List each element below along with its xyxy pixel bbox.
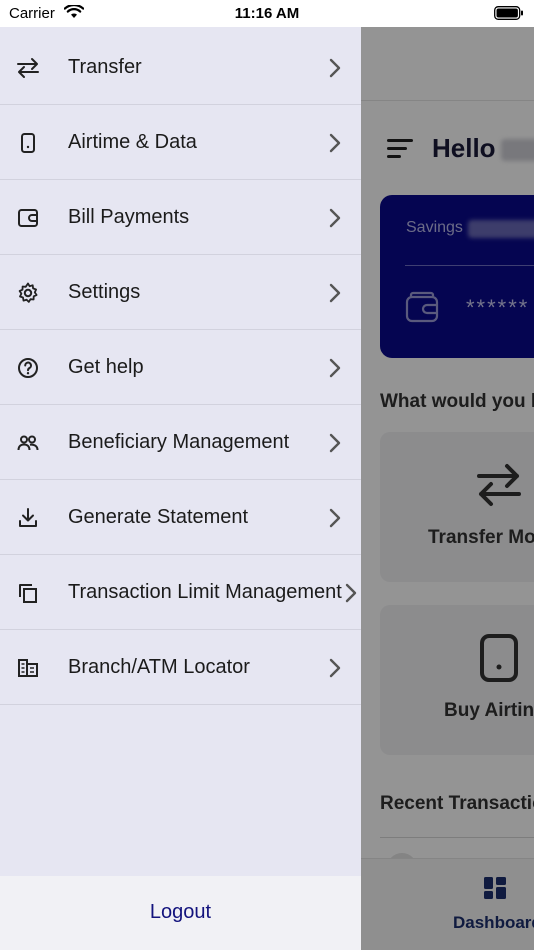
- download-icon: [16, 506, 40, 530]
- menu-item-settings[interactable]: Settings: [0, 255, 361, 330]
- menu-item-label: Airtime & Data: [68, 131, 197, 153]
- logout-button[interactable]: Logout: [0, 901, 361, 924]
- menu-item-beneficiary-management[interactable]: Beneficiary Management: [0, 405, 361, 480]
- help-circle-icon: [16, 356, 40, 380]
- people-icon: [16, 431, 40, 455]
- gear-icon: [16, 281, 40, 305]
- menu-item-generate-statement[interactable]: Generate Statement: [0, 480, 361, 555]
- menu-item-label: Transaction Limit Management: [68, 581, 342, 603]
- drawer-dim-overlay[interactable]: [361, 27, 534, 950]
- chevron-right-icon: [327, 507, 343, 529]
- menu-item-label: Get help: [68, 356, 144, 378]
- chevron-right-icon: [343, 582, 359, 604]
- chevron-right-icon: [327, 657, 343, 679]
- clock: 11:16 AM: [234, 5, 300, 22]
- wallet-icon: [16, 206, 40, 230]
- transfer-arrows-icon: [16, 56, 40, 80]
- chevron-right-icon: [327, 432, 343, 454]
- menu-item-transfer[interactable]: Transfer: [0, 30, 361, 105]
- menu-item-get-help[interactable]: Get help: [0, 330, 361, 405]
- logout-footer: Logout: [0, 876, 361, 950]
- menu-item-bill-payments[interactable]: Bill Payments: [0, 180, 361, 255]
- menu-item-label: Transfer: [68, 56, 142, 78]
- battery-icon: [494, 6, 524, 25]
- chevron-right-icon: [327, 207, 343, 229]
- menu-item-transaction-limit-management[interactable]: Transaction Limit Management: [0, 555, 361, 630]
- side-drawer: Transfer Airtime & Data Bill Payments Se…: [0, 27, 361, 950]
- menu-item-branch-atm-locator[interactable]: Branch/ATM Locator: [0, 630, 361, 705]
- menu-item-label: Branch/ATM Locator: [68, 656, 250, 678]
- copy-icon: [16, 581, 40, 605]
- phone-icon: [16, 131, 40, 155]
- menu-item-label: Generate Statement: [68, 506, 249, 528]
- building-icon: [16, 656, 40, 680]
- menu-item-airtime-data[interactable]: Airtime & Data: [0, 105, 361, 180]
- menu-item-label: Settings: [68, 281, 141, 303]
- chevron-right-icon: [327, 282, 343, 304]
- chevron-right-icon: [327, 57, 343, 79]
- chevron-right-icon: [327, 132, 343, 154]
- menu-item-label: Beneficiary Management: [68, 431, 290, 453]
- menu-item-label: Bill Payments: [68, 206, 190, 228]
- status-bar: Carrier 11:16 AM: [0, 0, 534, 27]
- chevron-right-icon: [327, 357, 343, 379]
